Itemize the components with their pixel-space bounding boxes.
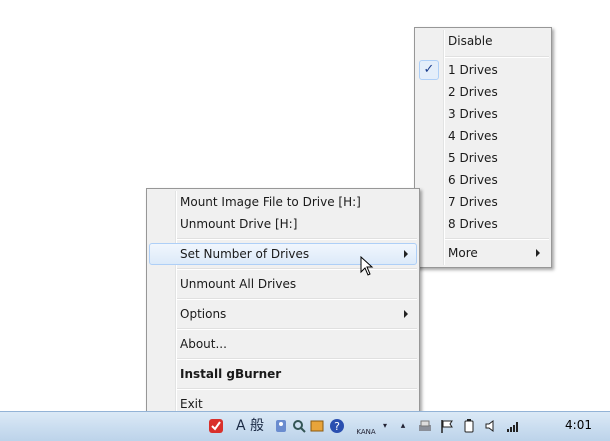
mount-image-item[interactable]: Mount Image File to Drive [H:]	[149, 191, 417, 213]
menu-item-label: Set Number of Drives	[180, 247, 310, 261]
menu-item-label: Exit	[180, 397, 203, 411]
drive-count-item-2[interactable]: 2 Drives	[417, 81, 549, 103]
separator	[177, 328, 417, 330]
printer-icon[interactable]	[417, 418, 433, 434]
about-item[interactable]: About...	[149, 333, 417, 355]
menu-item-label: Unmount All Drives	[180, 277, 297, 291]
menu-item-label: Unmount Drive [H:]	[180, 217, 298, 231]
checkmark-icon: ✓	[419, 60, 439, 80]
exit-item[interactable]: Exit	[149, 393, 417, 415]
submenu-arrow-icon	[536, 249, 540, 257]
disable-drives-item[interactable]: Disable	[417, 30, 549, 52]
drive-count-label: 5 Drives	[448, 151, 498, 165]
volume-icon[interactable]	[483, 418, 499, 434]
drives-submenu: Disable ✓ 1 Drives 2 Drives 3 Drives 4 D…	[414, 27, 552, 268]
drive-count-item-6[interactable]: 6 Drives	[417, 169, 549, 191]
separator	[177, 268, 417, 270]
action-center-flag-icon[interactable]	[439, 418, 455, 434]
disable-label: Disable	[448, 34, 493, 48]
drive-count-item-1[interactable]: ✓ 1 Drives	[417, 59, 549, 81]
taskbar: A 般 ? KANA ▾ ▴ 4:01	[0, 411, 610, 441]
ime-dictionary-icon[interactable]	[309, 418, 325, 434]
network-signal-icon[interactable]	[505, 418, 521, 434]
menu-item-label: Options	[180, 307, 227, 321]
svg-text:?: ?	[334, 420, 340, 433]
drive-count-label: 8 Drives	[448, 217, 498, 231]
separator	[177, 238, 417, 240]
separator	[177, 358, 417, 360]
separator	[177, 388, 417, 390]
help-icon[interactable]: ?	[329, 418, 345, 434]
system-tray: A 般 ? KANA ▾ ▴	[205, 412, 610, 441]
drive-count-item-5[interactable]: 5 Drives	[417, 147, 549, 169]
menu-item-label: Mount Image File to Drive [H:]	[180, 195, 361, 209]
submenu-arrow-icon	[404, 310, 408, 318]
drive-count-label: 3 Drives	[448, 107, 498, 121]
unmount-drive-item[interactable]: Unmount Drive [H:]	[149, 213, 417, 235]
drive-count-label: 1 Drives	[448, 63, 498, 77]
separator	[445, 56, 549, 58]
set-number-of-drives-item[interactable]: Set Number of Drives	[149, 243, 417, 265]
show-hidden-icons-arrow[interactable]: ▴	[395, 418, 411, 434]
submenu-arrow-icon	[404, 250, 408, 258]
ime-tool-icon[interactable]	[273, 418, 289, 434]
mouse-cursor-icon	[360, 256, 374, 276]
separator	[177, 298, 417, 300]
drive-count-item-7[interactable]: 7 Drives	[417, 191, 549, 213]
options-item[interactable]: Options	[149, 303, 417, 325]
ime-indicator[interactable]: A 般	[231, 418, 269, 434]
drive-count-label: 4 Drives	[448, 129, 498, 143]
clock[interactable]: 4:01	[565, 418, 592, 432]
more-drives-item[interactable]: More	[417, 242, 549, 264]
drive-count-label: 2 Drives	[448, 85, 498, 99]
drive-count-item-3[interactable]: 3 Drives	[417, 103, 549, 125]
power-icon[interactable]	[461, 418, 477, 434]
drive-count-item-8[interactable]: 8 Drives	[417, 213, 549, 235]
menu-item-label: About...	[180, 337, 227, 351]
more-label: More	[448, 246, 478, 260]
drive-count-label: 7 Drives	[448, 195, 498, 209]
menu-item-label: Install gBurner	[180, 367, 282, 381]
separator	[445, 238, 549, 240]
drive-count-label: 6 Drives	[448, 173, 498, 187]
ime-search-icon[interactable]	[291, 418, 307, 434]
unmount-all-drives-item[interactable]: Unmount All Drives	[149, 273, 417, 295]
gburner-tray-icon[interactable]	[208, 418, 224, 434]
install-gburner-item[interactable]: Install gBurner	[149, 363, 417, 385]
ime-options-arrow-icon[interactable]: ▾	[377, 418, 393, 434]
tray-context-menu: Mount Image File to Drive [H:] Unmount D…	[146, 188, 420, 419]
drive-count-item-4[interactable]: 4 Drives	[417, 125, 549, 147]
